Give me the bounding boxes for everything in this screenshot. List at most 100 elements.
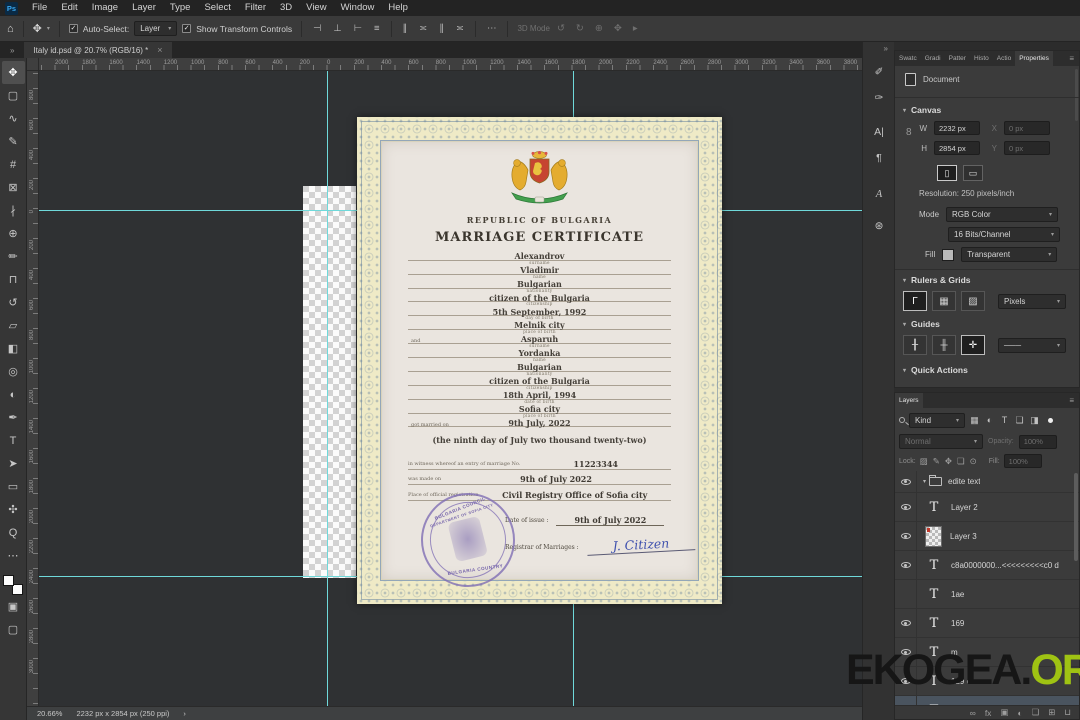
filter-pixel-layers-icon[interactable]: ▦ <box>967 415 982 426</box>
layer-visibility-toggle[interactable] <box>895 551 917 579</box>
menu-edit[interactable]: Edit <box>54 0 84 16</box>
lock-all-icon[interactable]: ⊙ <box>970 456 977 467</box>
color-swatches[interactable] <box>3 575 23 595</box>
toggle-rulers-button[interactable]: Γ <box>903 291 927 311</box>
clone-stamp-tool[interactable]: ⊓ <box>2 268 25 291</box>
home-icon[interactable]: ⌂ <box>7 23 14 35</box>
distribute-vertical-icon[interactable]: ∥ <box>401 23 410 34</box>
layer-visibility-toggle[interactable] <box>895 522 917 550</box>
foreground-color-swatch[interactable] <box>3 575 14 586</box>
menu-help[interactable]: Help <box>381 0 415 16</box>
dodge-tool[interactable]: ◐ <box>2 383 25 406</box>
layer-row[interactable]: T01.01.1990 <box>895 696 1079 705</box>
blend-mode-dropdown[interactable]: Normal ▾ <box>899 434 983 449</box>
auto-select-checkbox[interactable]: ✓ <box>68 24 78 33</box>
height-input[interactable]: 2854 px <box>934 141 980 155</box>
show-transform-checkbox[interactable]: ✓ <box>182 24 192 33</box>
hand-tool[interactable]: ✣ <box>2 498 25 521</box>
guide-style-dropdown[interactable]: ─── ▾ <box>998 337 1066 353</box>
layer-visibility-toggle[interactable] <box>895 471 917 492</box>
toggle-guides-button[interactable]: ╂ <box>903 335 927 355</box>
canvas-area[interactable]: REPUBLIC OF BULGARIA MARRIAGE CERTIFICAT… <box>39 71 862 706</box>
3d-rotate-icon[interactable]: ↺ <box>555 23 567 34</box>
layer-fill-input[interactable]: 100% <box>1003 454 1042 468</box>
character-panel-icon[interactable]: A| <box>866 120 892 144</box>
filter-smart-objects-icon[interactable]: ◨ <box>1027 415 1042 426</box>
collapse-icon[interactable]: » <box>0 46 24 58</box>
layer-row[interactable]: Layer 3 <box>895 522 1079 551</box>
color-mode-dropdown[interactable]: RGB Color ▾ <box>946 207 1059 222</box>
crop-tool[interactable]: # <box>2 153 25 176</box>
blur-tool[interactable]: ◎ <box>2 360 25 383</box>
link-layers-icon[interactable]: ∞ <box>970 708 976 718</box>
filter-adjustment-layers-icon[interactable]: ◐ <box>982 415 997 426</box>
collapse-icon[interactable]: » <box>884 44 888 53</box>
3d-slide-icon[interactable]: ✥ <box>612 23 624 34</box>
path-selection-tool[interactable]: ➤ <box>2 452 25 475</box>
layer-visibility-toggle[interactable] <box>895 609 917 637</box>
3d-pan-icon[interactable]: ⊕ <box>593 23 605 34</box>
healing-brush-tool[interactable]: ⊕ <box>2 222 25 245</box>
3d-zoom-icon[interactable]: ▸ <box>631 23 640 34</box>
scrollbar[interactable] <box>1074 473 1078 561</box>
quick-selection-tool[interactable]: ✎ <box>2 130 25 153</box>
3d-roll-icon[interactable]: ↻ <box>574 23 586 34</box>
tab-histo[interactable]: Histo <box>970 51 993 66</box>
lock-transparency-icon[interactable]: ▨ <box>920 456 928 467</box>
move-tool-options-icon[interactable]: ✥ <box>33 22 42 35</box>
opacity-input[interactable]: 100% <box>1018 434 1057 449</box>
pen-tool[interactable]: ✒ <box>2 406 25 429</box>
align-left-icon[interactable]: ⊣ <box>311 23 323 34</box>
tab-swatc[interactable]: Swatc <box>895 51 921 66</box>
menu-3d[interactable]: 3D <box>273 0 299 16</box>
lock-artboard-icon[interactable]: ❏ <box>957 456 965 467</box>
tab-layers[interactable]: Layers <box>895 393 923 408</box>
link-dimensions-icon[interactable]: 8 <box>906 127 912 138</box>
layer-visibility-toggle[interactable] <box>895 696 917 705</box>
filter-toggle-icon[interactable] <box>1048 417 1053 423</box>
menu-window[interactable]: Window <box>334 0 382 16</box>
new-layer-icon[interactable]: ⊞ <box>1048 707 1055 718</box>
rulers-grids-section-header[interactable]: ▾ Rulers & Grids <box>903 275 971 285</box>
tab-actio[interactable]: Actio <box>993 51 1015 66</box>
scrollbar[interactable] <box>1075 69 1078 121</box>
align-center-icon[interactable]: ⊥ <box>331 23 343 34</box>
width-input[interactable]: 2232 px <box>934 121 980 135</box>
edit-guides-button[interactable]: ✛ <box>961 335 985 355</box>
quick-mask-icon[interactable]: ▣ <box>2 595 25 618</box>
menu-layer[interactable]: Layer <box>125 0 163 16</box>
align-edges-icon[interactable]: ≡ <box>372 23 382 34</box>
lasso-tool[interactable]: ∿ <box>2 107 25 130</box>
layer-effects-icon[interactable]: fx <box>985 708 992 718</box>
certificate-document[interactable]: REPUBLIC OF BULGARIA MARRIAGE CERTIFICAT… <box>357 117 722 604</box>
libraries-icon[interactable]: ⊛ <box>866 214 892 238</box>
edit-toolbar-icon[interactable]: ⋯ <box>2 544 25 567</box>
menu-view[interactable]: View <box>299 0 333 16</box>
zoom-tool[interactable]: Q <box>2 521 25 544</box>
clone-source-icon[interactable]: ✑ <box>866 86 892 110</box>
frame-tool[interactable]: ⊠ <box>2 176 25 199</box>
type-tool[interactable]: T <box>2 429 25 452</box>
toggle-smart-guides-button[interactable]: ╫ <box>932 335 956 355</box>
menu-type[interactable]: Type <box>163 0 198 16</box>
tab-gradi[interactable]: Gradi <box>921 51 945 66</box>
panel-menu-icon[interactable]: ≡ <box>1064 51 1079 66</box>
eyedropper-tool[interactable]: ∤ <box>2 199 25 222</box>
distribute-top-icon[interactable]: ≍ <box>454 23 466 34</box>
delete-layer-icon[interactable]: ⊔ <box>1064 707 1071 718</box>
tab-properties[interactable]: Properties <box>1015 51 1053 66</box>
filter-kind-dropdown[interactable]: Kind ▾ <box>909 412 965 428</box>
glyphs-panel-icon[interactable]: A <box>866 182 892 206</box>
menu-file[interactable]: File <box>25 0 54 16</box>
layer-row[interactable]: Tc8a0000000...<<<<<<<<<c0 d <box>895 551 1079 580</box>
layer-mask-icon[interactable]: ▣ <box>1000 707 1008 718</box>
zoom-level[interactable]: 20.66% <box>37 709 62 718</box>
horizontal-ruler[interactable]: 2000 1800 1600 1400 1200 1000 800 600 400 200 0 200… <box>39 58 862 71</box>
menu-select[interactable]: Select <box>197 0 237 16</box>
ruler-units-dropdown[interactable]: Pixels ▾ <box>998 293 1066 309</box>
marquee-tool[interactable]: ▢ <box>2 84 25 107</box>
status-chevron-icon[interactable]: › <box>183 709 186 718</box>
menu-filter[interactable]: Filter <box>238 0 273 16</box>
layer-row[interactable]: T 1ae <box>895 580 1079 609</box>
panel-menu-icon[interactable]: ≡ <box>1064 393 1079 408</box>
